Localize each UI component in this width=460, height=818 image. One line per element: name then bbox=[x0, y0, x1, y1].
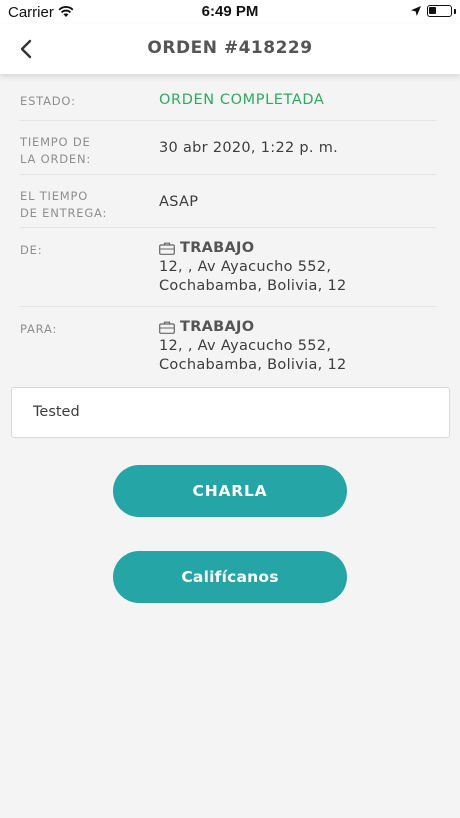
page-title: ORDEN #418229 bbox=[147, 38, 313, 58]
order-note: Tested bbox=[11, 387, 450, 438]
order-time-label: TIEMPO DE LA ORDEN: bbox=[20, 135, 92, 166]
to-place: TRABAJO bbox=[159, 318, 436, 337]
status-bar: Carrier 6:49 PM bbox=[0, 0, 460, 24]
detail-row-status: ESTADO: ORDEN COMPLETADA bbox=[20, 74, 436, 121]
delivery-time-value: ASAP bbox=[159, 194, 199, 210]
location-arrow-icon bbox=[411, 6, 421, 16]
chat-button[interactable]: CHARLA bbox=[113, 465, 347, 517]
status-label: ESTADO: bbox=[20, 94, 76, 108]
detail-row-from: DE: TRABAJO 12, , Av Ayacucho 552, Cocha… bbox=[20, 228, 436, 307]
from-place: TRABAJO bbox=[159, 239, 436, 258]
nav-bar: ORDEN #418229 bbox=[0, 24, 460, 74]
detail-row-delivery-time: EL TIEMPO DE ENTREGA: ASAP bbox=[20, 175, 436, 228]
from-place-name: TRABAJO bbox=[180, 240, 255, 256]
to-label: PARA: bbox=[20, 322, 58, 336]
to-place-name: TRABAJO bbox=[180, 319, 255, 335]
battery-level bbox=[429, 7, 436, 14]
from-address: 12, , Av Ayacucho 552, Cochabamba, Boliv… bbox=[159, 259, 347, 294]
from-value: TRABAJO 12, , Av Ayacucho 552, Cochabamb… bbox=[159, 239, 436, 296]
order-time-value: 30 abr 2020, 1:22 p. m. bbox=[159, 140, 339, 156]
order-details: ESTADO: ORDEN COMPLETADA TIEMPO DE LA OR… bbox=[20, 74, 436, 387]
battery-tip bbox=[454, 9, 456, 14]
status-time: 6:49 PM bbox=[201, 3, 259, 20]
detail-row-to: PARA: TRABAJO 12, , Av Ayacucho 552, Coc… bbox=[20, 307, 436, 387]
detail-row-order-time: TIEMPO DE LA ORDEN: 30 abr 2020, 1:22 p.… bbox=[20, 121, 436, 175]
briefcase-icon bbox=[159, 321, 175, 334]
to-address: 12, , Av Ayacucho 552, Cochabamba, Boliv… bbox=[159, 338, 347, 373]
from-label: DE: bbox=[20, 243, 43, 257]
to-value: TRABAJO 12, , Av Ayacucho 552, Cochabamb… bbox=[159, 318, 436, 375]
rate-us-button[interactable]: Califícanos bbox=[113, 551, 347, 603]
delivery-time-label: EL TIEMPO DE ENTREGA: bbox=[20, 189, 108, 220]
status-value: ORDEN COMPLETADA bbox=[159, 92, 325, 108]
briefcase-icon bbox=[159, 242, 175, 255]
battery-icon bbox=[427, 5, 452, 17]
